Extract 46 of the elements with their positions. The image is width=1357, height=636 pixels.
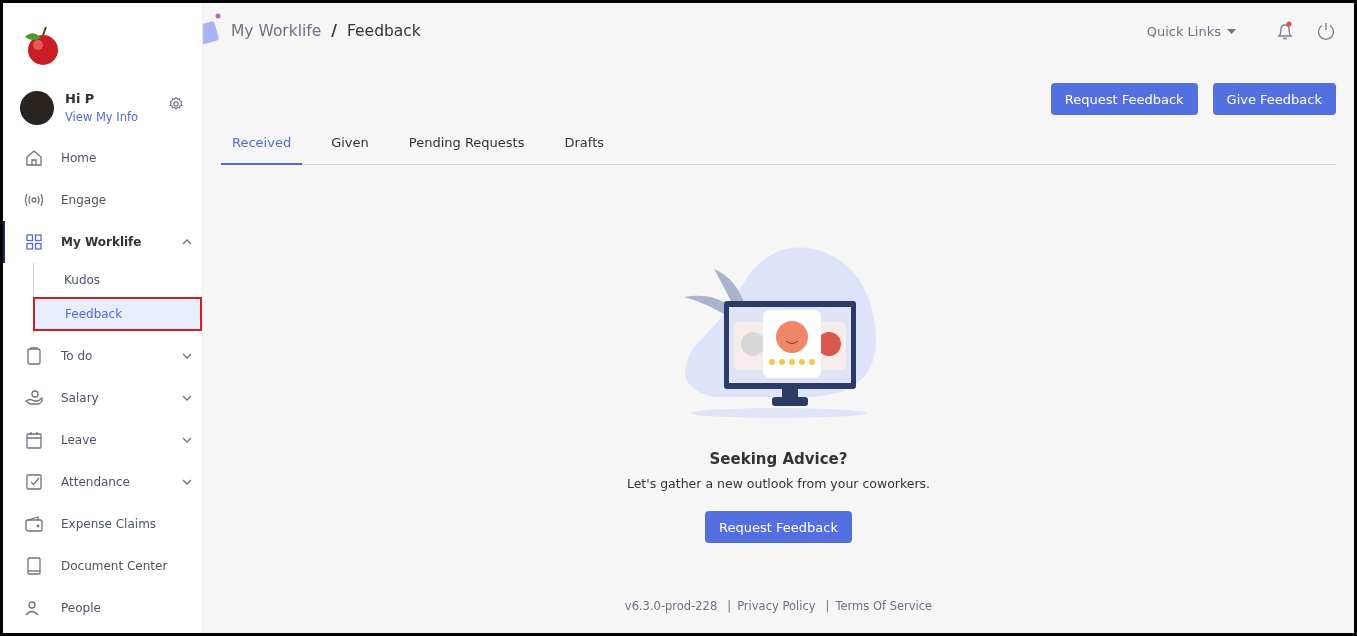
nav-item[interactable]: Leave xyxy=(3,419,202,461)
quick-links-dropdown[interactable]: Quick Links xyxy=(1146,23,1236,39)
power-icon[interactable] xyxy=(1316,21,1336,41)
caret-icon xyxy=(1227,28,1236,34)
tab[interactable]: Given xyxy=(320,127,380,165)
home-icon xyxy=(24,148,44,168)
wallet-icon xyxy=(24,514,44,534)
breadcrumb-separator: / xyxy=(331,22,337,40)
settings-icon[interactable] xyxy=(168,96,184,112)
version-text: v6.3.0-prod-228 xyxy=(624,599,718,613)
page-title: Feedback xyxy=(347,22,421,40)
book-icon xyxy=(24,556,44,576)
nav-item[interactable]: To do xyxy=(3,335,202,377)
empty-state-title: Seeking Advice? xyxy=(709,450,848,468)
action-button[interactable]: Give Feedback xyxy=(1212,83,1336,115)
action-button[interactable]: Request Feedback xyxy=(1050,83,1198,115)
check-icon xyxy=(24,472,44,492)
user-greeting: Hi P xyxy=(65,91,96,106)
corner-shape-icon xyxy=(203,13,221,45)
grid-icon xyxy=(24,232,44,252)
nav-item[interactable]: People xyxy=(3,587,202,629)
breadcrumb-link[interactable]: My Worklife xyxy=(231,22,322,40)
tab[interactable]: Received xyxy=(221,127,303,165)
hand-icon xyxy=(24,388,44,408)
calendar-icon xyxy=(24,430,44,450)
tab[interactable]: Drafts xyxy=(553,127,615,165)
footer-link[interactable]: Privacy Policy xyxy=(737,599,816,613)
nav-item[interactable]: Expense Claims xyxy=(3,503,202,545)
nav-item[interactable]: Attendance xyxy=(3,461,202,503)
nav-item[interactable]: Home xyxy=(3,137,202,179)
footer-link[interactable]: Terms Of Service xyxy=(835,599,933,613)
view-my-info-link[interactable]: View My Info xyxy=(65,110,139,124)
nav-item[interactable]: My Worklife xyxy=(3,221,202,263)
bell-icon[interactable] xyxy=(1276,21,1294,41)
request-feedback-button[interactable]: Request Feedback xyxy=(705,511,852,543)
nav-subitem[interactable]: Kudos xyxy=(34,263,202,297)
tab[interactable]: Pending Requests xyxy=(397,127,536,165)
nav-subitem[interactable]: Feedback xyxy=(33,297,202,331)
footer-separator: | xyxy=(727,599,732,613)
nav-item[interactable]: Engage xyxy=(3,179,202,221)
empty-state-message: Let's gather a new outlook from your coworkers. xyxy=(626,476,931,491)
clipboard-icon xyxy=(24,346,44,366)
footer-separator: | xyxy=(825,599,830,613)
nav-item[interactable]: Document Center xyxy=(3,545,202,587)
avatar xyxy=(20,91,54,125)
nav-item[interactable]: Salary xyxy=(3,377,202,419)
